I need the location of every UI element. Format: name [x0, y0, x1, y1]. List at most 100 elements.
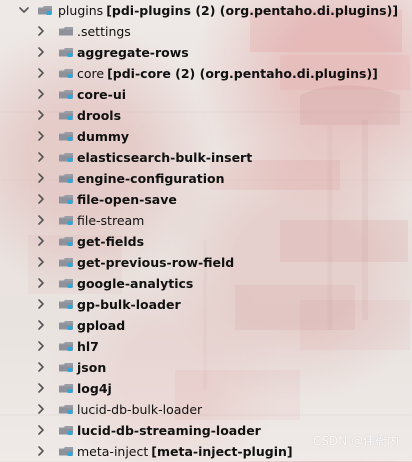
chevron-right-icon[interactable]	[35, 172, 47, 184]
tree-row-label: gpload	[77, 315, 125, 336]
tree-row-core[interactable]: core [pdi-core (2) (org.pentaho.di.plugin…	[0, 63, 412, 84]
folder-icon	[59, 321, 73, 330]
folder-icon	[59, 279, 73, 288]
tree-row-aggregate-rows[interactable]: aggregate-rows	[0, 42, 412, 63]
tree-row-gp-bulk-loader[interactable]: gp-bulk-loader	[0, 294, 412, 315]
tree-children: .settings aggregate-rows core [pdi-core (2)…	[0, 21, 412, 462]
chevron-right-icon[interactable]	[35, 424, 47, 436]
tree-row-label: lucid-db-streaming-loader	[77, 420, 261, 441]
folder-icon	[59, 111, 73, 120]
tree-root-name: plugins	[58, 3, 104, 18]
tree-row-label: file-open-save	[77, 189, 177, 210]
tree-item-name: log4j	[77, 381, 112, 396]
tree-row-label: get-fields	[77, 231, 144, 252]
folder-icon	[59, 447, 73, 456]
tree-row-get-previous-row-field[interactable]: get-previous-row-field	[0, 252, 412, 273]
tree-row-label: dummy	[77, 126, 129, 147]
tree-row-core-ui[interactable]: core-ui	[0, 84, 412, 105]
tree-item-name: hl7	[77, 339, 99, 354]
tree-row-label: aggregate-rows	[77, 42, 189, 63]
tree-item-name: gp-bulk-loader	[77, 297, 181, 312]
chevron-right-icon[interactable]	[35, 298, 47, 310]
chevron-right-icon[interactable]	[35, 235, 47, 247]
tree-item-name: drools	[77, 108, 122, 123]
folder-icon	[59, 405, 73, 414]
tree-item-name: engine-configuration	[77, 171, 225, 186]
tree-row-elasticsearch-bulk-insert[interactable]: elasticsearch-bulk-insert	[0, 147, 412, 168]
tree-item-name: get-fields	[77, 234, 145, 249]
tree-row-get-fields[interactable]: get-fields	[0, 231, 412, 252]
tree-row-json[interactable]: json	[0, 357, 412, 378]
tree-item-name: dummy	[77, 129, 130, 144]
tree-row-file-open-save[interactable]: file-open-save	[0, 189, 412, 210]
tree-row-label: core [pdi-core (2) (org.pentaho.di.plugin…	[77, 63, 378, 84]
tree-row-label: get-previous-row-field	[77, 252, 234, 273]
tree-item-name: elasticsearch-bulk-insert	[77, 150, 253, 165]
chevron-right-icon[interactable]	[35, 67, 47, 79]
chevron-right-icon[interactable]	[35, 340, 47, 352]
tree-row-settings[interactable]: .settings	[0, 21, 412, 42]
chevron-right-icon[interactable]	[35, 382, 47, 394]
chevron-right-icon[interactable]	[35, 88, 47, 100]
tree-row-label: drools	[77, 105, 121, 126]
folder-icon	[59, 300, 73, 309]
watermark-text: CSDN @伟衙内	[312, 434, 399, 448]
folder-icon	[59, 69, 73, 78]
folder-icon	[59, 27, 73, 36]
chevron-right-icon[interactable]	[35, 151, 47, 163]
tree-row-label: .settings	[77, 21, 131, 42]
tree-row-label: google-analytics	[77, 273, 193, 294]
chevron-right-icon[interactable]	[35, 25, 47, 37]
tree-item-name: lucid-db-bulk-loader	[77, 402, 203, 417]
tree-item-name: json	[77, 360, 107, 375]
tree-item-suffix: [meta-inject-plugin]	[151, 444, 293, 459]
folder-icon	[59, 342, 73, 351]
tree-row-lucid-db-bulk-loader[interactable]: lucid-db-bulk-loader	[0, 399, 412, 420]
tree-row-drools[interactable]: drools	[0, 105, 412, 126]
tree-row-engine-configuration[interactable]: engine-configuration	[0, 168, 412, 189]
chevron-right-icon[interactable]	[35, 256, 47, 268]
project-tree: plugins [pdi-plugins (2) (org.pentaho.di.…	[0, 0, 412, 462]
folder-icon	[59, 426, 73, 435]
tree-row-dummy[interactable]: dummy	[0, 126, 412, 147]
tree-item-suffix: [pdi-core (2) (org.pentaho.di.plugins)]	[107, 66, 378, 81]
folder-icon	[59, 384, 73, 393]
tree-item-name: gpload	[77, 318, 126, 333]
folder-icon	[38, 6, 52, 15]
chevron-right-icon[interactable]	[35, 193, 47, 205]
tree-item-name: core-ui	[77, 87, 127, 102]
chevron-down-icon[interactable]	[18, 4, 30, 16]
chevron-right-icon[interactable]	[35, 46, 47, 58]
chevron-right-icon[interactable]	[35, 130, 47, 142]
tree-item-name: lucid-db-streaming-loader	[77, 423, 261, 438]
tree-row-label: hl7	[77, 336, 99, 357]
tree-row-label: log4j	[77, 378, 112, 399]
chevron-right-icon[interactable]	[35, 214, 47, 226]
chevron-right-icon[interactable]	[35, 109, 47, 121]
tree-row-gpload[interactable]: gpload	[0, 315, 412, 336]
tree-item-name: aggregate-rows	[77, 45, 189, 60]
chevron-right-icon[interactable]	[35, 445, 47, 457]
folder-icon	[59, 216, 73, 225]
folder-icon	[59, 195, 73, 204]
chevron-right-icon[interactable]	[35, 277, 47, 289]
chevron-right-icon[interactable]	[35, 361, 47, 373]
tree-row-label: gp-bulk-loader	[77, 294, 181, 315]
chevron-right-icon[interactable]	[35, 403, 47, 415]
tree-row-label: core-ui	[77, 84, 126, 105]
tree-item-name: google-analytics	[77, 276, 194, 291]
folder-icon	[59, 132, 73, 141]
folder-icon	[59, 153, 73, 162]
tree-item-name: file-open-save	[77, 192, 177, 207]
tree-row-label: json	[77, 357, 106, 378]
tree-row-root-label: plugins [pdi-plugins (2) (org.pentaho.di.…	[58, 0, 398, 21]
tree-row-google-analytics[interactable]: google-analytics	[0, 273, 412, 294]
tree-row-hl7[interactable]: hl7	[0, 336, 412, 357]
tree-row-log4j[interactable]: log4j	[0, 378, 412, 399]
tree-item-name: core	[77, 66, 105, 81]
folder-icon	[59, 258, 73, 267]
chevron-right-icon[interactable]	[35, 319, 47, 331]
tree-row-file-stream[interactable]: file-stream	[0, 210, 412, 231]
tree-row-label: lucid-db-bulk-loader	[77, 399, 202, 420]
tree-row-root[interactable]: plugins [pdi-plugins (2) (org.pentaho.di.…	[0, 0, 412, 21]
